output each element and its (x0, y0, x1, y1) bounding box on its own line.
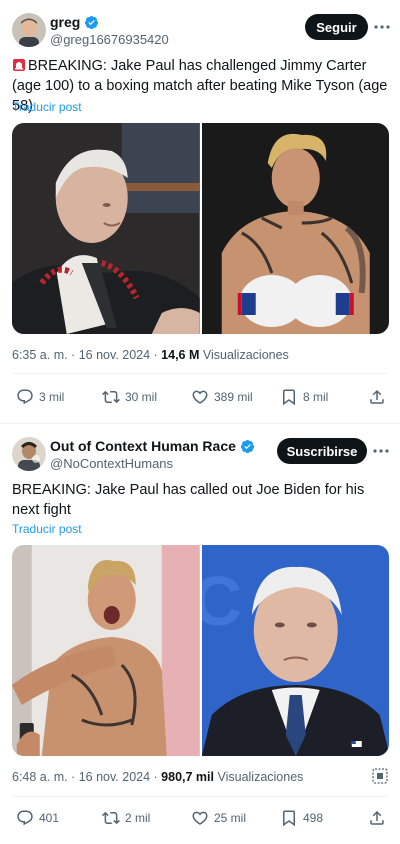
reply-count: 3 mil (39, 390, 65, 404)
photo-elderly-man[interactable] (12, 123, 200, 334)
repost-count: 2 mil (125, 811, 151, 825)
like-button[interactable]: 389 mil (191, 385, 253, 409)
bookmark-button[interactable]: 8 mil (280, 385, 328, 409)
photo-politician[interactable]: C N (201, 545, 389, 756)
share-button[interactable] (368, 385, 386, 409)
like-button[interactable]: 25 mil (191, 806, 246, 830)
share-button[interactable] (368, 806, 386, 830)
photo-boxer[interactable] (201, 123, 389, 334)
heart-icon (192, 811, 208, 825)
repost-count: 30 mil (125, 390, 158, 404)
more-dots-icon[interactable] (371, 441, 391, 461)
follow-button[interactable]: Seguir (305, 14, 368, 40)
user-handle[interactable]: @NoContextHumans (50, 456, 173, 471)
translate-post-link[interactable]: Traducir post (12, 522, 82, 536)
divider (12, 796, 388, 797)
tweet-meta: 6:48 a. m. · 16 nov. 2024 · 980,7 mil Vi… (12, 770, 303, 784)
avatar[interactable] (12, 13, 46, 47)
photo-shirtless-fighter[interactable] (12, 545, 200, 756)
bookmark-icon (283, 389, 295, 406)
action-bar: 401 2 mil 25 mil 498 (12, 806, 388, 830)
subscribe-button[interactable]: Suscribirse (277, 438, 367, 464)
user-handle[interactable]: @greg16676935420 (50, 32, 169, 47)
reply-button[interactable]: 3 mil (16, 385, 64, 409)
repost-button[interactable]: 2 mil (102, 806, 150, 830)
tweet-timestamp[interactable]: 6:48 a. m. · 16 nov. 2024 · (12, 770, 161, 784)
verified-badge-icon (85, 15, 99, 29)
display-name[interactable]: greg (50, 14, 80, 30)
share-icon (370, 810, 384, 825)
action-bar: 3 mil 30 mil 389 mil 8 mil (12, 385, 388, 409)
more-dots-icon[interactable] (372, 17, 392, 37)
views-label: Visualizaciones (214, 770, 304, 784)
views-label: Visualizaciones (199, 348, 289, 362)
share-icon (370, 389, 384, 404)
tweet-timestamp[interactable]: 6:35 a. m. · 16 nov. 2024 · (12, 348, 161, 362)
bookmark-count: 498 (303, 811, 324, 825)
tweet-card[interactable]: Out of Context Human Race @NoContextHuma… (0, 424, 400, 844)
tweet-card[interactable]: greg @greg16676935420 Seguir BREAKING: J… (0, 0, 400, 424)
tweet-media[interactable]: C N (12, 545, 389, 756)
avatar[interactable] (12, 437, 46, 471)
bookmark-icon (283, 810, 295, 827)
like-count: 389 mil (214, 390, 253, 404)
reply-count: 401 (39, 811, 60, 825)
views-count: 980,7 mil (161, 770, 214, 784)
tweet-meta: 6:35 a. m. · 16 nov. 2024 · 14,6 M Visua… (12, 348, 289, 362)
reply-icon (17, 810, 33, 826)
like-count: 25 mil (214, 811, 247, 825)
reply-icon (17, 389, 33, 405)
repost-icon (102, 811, 120, 825)
verified-badge-icon (240, 439, 254, 453)
siren-emoji-icon (12, 58, 26, 72)
translate-post-link[interactable]: Traducir post (12, 100, 82, 114)
display-name[interactable]: Out of Context Human Race (50, 438, 236, 454)
tweet-media[interactable] (12, 123, 389, 334)
reply-button[interactable]: 401 (16, 806, 59, 830)
heart-icon (192, 390, 208, 404)
bookmark-button[interactable]: 498 (280, 806, 323, 830)
views-count: 14,6 M (161, 348, 200, 362)
repost-button[interactable]: 30 mil (102, 385, 157, 409)
translate-grok-icon[interactable] (372, 768, 388, 784)
repost-icon (102, 390, 120, 404)
divider (12, 373, 388, 374)
bookmark-count: 8 mil (303, 390, 329, 404)
tweet-text: BREAKING: Jake Paul has called out Joe B… (12, 482, 365, 518)
